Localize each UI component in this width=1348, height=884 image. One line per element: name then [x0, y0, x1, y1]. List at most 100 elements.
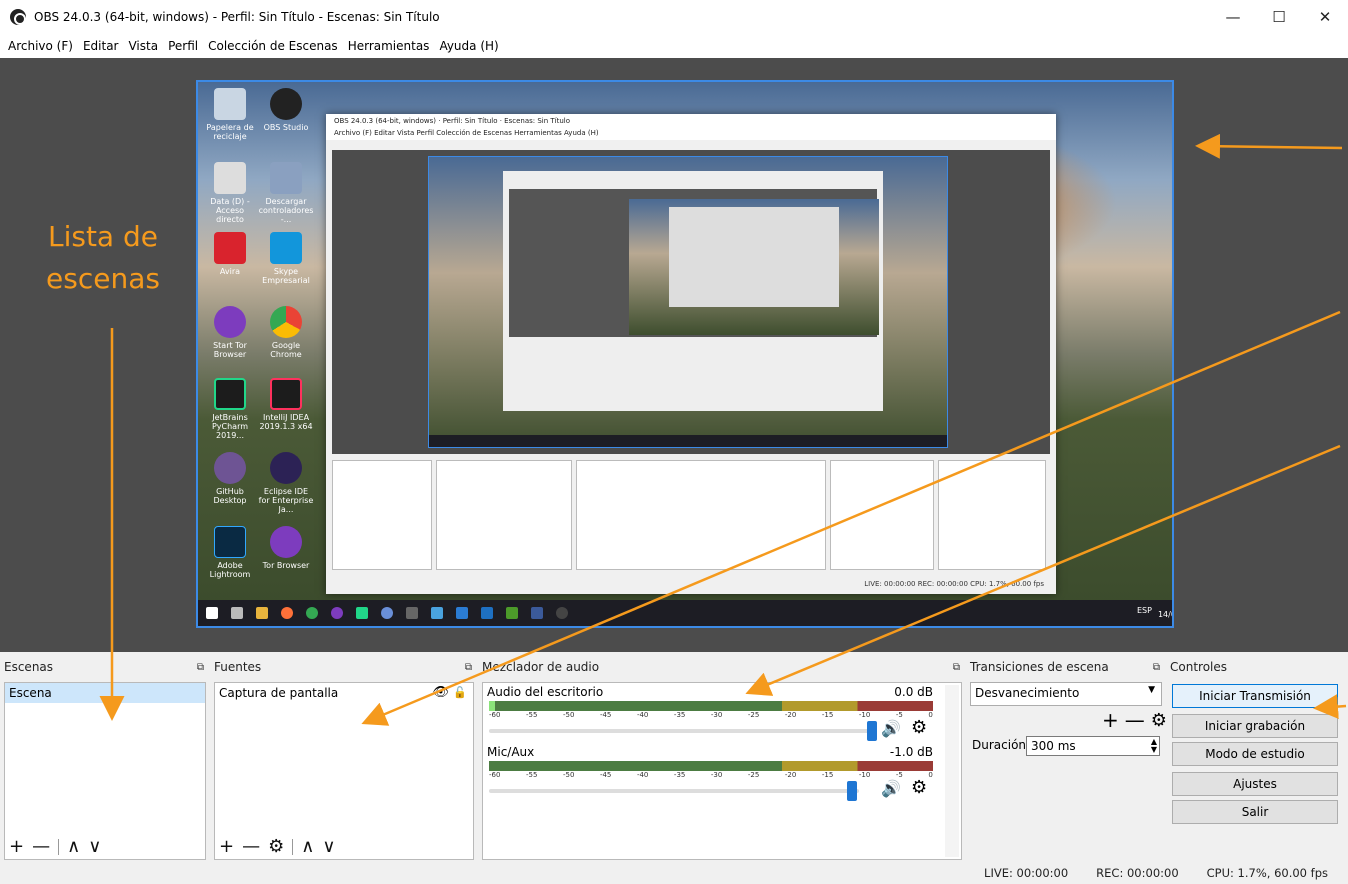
duration-spinbox[interactable]: 300 ms ▲ ▼: [1026, 736, 1160, 756]
meter-tick-label: -60: [489, 711, 501, 719]
meter-tick-label: -25: [747, 711, 760, 719]
scene-item[interactable]: Escena: [5, 683, 205, 703]
desktop-icon-label: Tor Browser: [262, 561, 310, 570]
nested-title: OBS 24.0.3 (64-bit, windows) · Perfil: S…: [326, 114, 1056, 128]
add-source-button[interactable]: +: [219, 836, 234, 857]
volume-slider-knob[interactable]: [847, 781, 857, 801]
studio-mode-button[interactable]: Modo de estudio: [1172, 742, 1338, 766]
app-icon: [381, 607, 393, 619]
desktop-icon-label: Start Tor Browser: [213, 341, 247, 359]
menu-herramientas[interactable]: Herramientas: [348, 39, 430, 53]
toolbar-separator: [292, 838, 294, 855]
meter-tick-label: -30: [710, 771, 723, 779]
start-streaming-button[interactable]: Iniciar Transmisión: [1172, 684, 1338, 708]
meter-tick-label: -15: [821, 711, 834, 719]
source-item-label: Captura de pantalla: [219, 686, 339, 700]
close-button[interactable]: ✕: [1302, 0, 1348, 34]
maximize-button[interactable]: ☐: [1256, 0, 1302, 34]
add-transition-icon[interactable]: +: [1102, 708, 1119, 732]
meter-tick-label: -55: [525, 711, 538, 719]
desktop-icon-label: JetBrains PyCharm 2019...: [211, 413, 249, 440]
nested-preview: [332, 150, 1050, 454]
nested-dock: [332, 460, 432, 570]
volume-slider[interactable]: [489, 789, 859, 793]
transition-select[interactable]: Desvanecimiento ▼: [970, 682, 1162, 706]
app-icon: [531, 607, 543, 619]
meter-tick-label: -45: [599, 771, 612, 779]
desktop-icon-label: Descargar controladores -...: [258, 197, 314, 224]
screen-capture-source[interactable]: Papelera de reciclaje OBS Studio Data (D…: [196, 80, 1174, 628]
meter-tick-label: -55: [525, 771, 538, 779]
firefox-icon: [281, 607, 293, 619]
sources-toolbar: + — ⚙ ∧ ∨: [219, 836, 336, 857]
scenes-list[interactable]: Escena + — ∧ ∨: [4, 682, 206, 860]
move-source-up-button[interactable]: ∧: [301, 836, 314, 857]
nested-taskbar: [429, 435, 947, 447]
transition-tools: + — ⚙: [1102, 708, 1167, 732]
transition-gear-icon[interactable]: ⚙: [1151, 710, 1167, 731]
start-recording-button[interactable]: Iniciar grabación: [1172, 714, 1338, 738]
cpu-fps: CPU: 1.7%, 60.00 fps: [1206, 866, 1328, 880]
meter-tick-label: -20: [784, 771, 797, 779]
nested-dock: [938, 460, 1046, 570]
menu-coleccion-escenas[interactable]: Colección de Escenas: [208, 39, 338, 53]
dock-float-icon[interactable]: ⧉: [465, 662, 472, 673]
source-item[interactable]: Captura de pantalla 👁 🔓: [215, 683, 473, 703]
lock-icon[interactable]: 🔓: [453, 683, 467, 703]
desktop-icon: Eclipse IDE for Enterprise Ja...: [258, 452, 314, 514]
duration-label: Duración: [972, 738, 1027, 752]
sources-dock: Fuentes ⧉ Captura de pantalla 👁 🔓 + — ⚙ ∧…: [210, 656, 478, 860]
settings-button[interactable]: Ajustes: [1172, 772, 1338, 796]
move-scene-up-button[interactable]: ∧: [67, 836, 80, 857]
source-properties-gear-icon[interactable]: ⚙: [268, 836, 284, 857]
visibility-eye-icon[interactable]: 👁: [432, 683, 449, 703]
remove-scene-button[interactable]: —: [32, 836, 50, 857]
menu-archivo[interactable]: Archivo (F): [8, 39, 73, 53]
desktop-icon-label: Papelera de reciclaje: [206, 123, 254, 141]
sources-list[interactable]: Captura de pantalla 👁 🔓 + — ⚙ ∧ ∨: [214, 682, 474, 860]
menu-bar: Archivo (F) Editar Vista Perfil Colecció…: [0, 34, 1348, 58]
meter-tick-label: -50: [562, 771, 575, 779]
meter-tick-label: 0: [928, 771, 933, 779]
meter-ticks: -60 -55 -50 -45 -40 -35 -30 -25 -20 -15 -10 -5 0: [489, 711, 933, 721]
audio-mixer-dock: Mezclador de audio ⧉ Audio del escritorio…: [478, 656, 966, 860]
volume-meter: [489, 761, 933, 771]
move-source-down-button[interactable]: ∨: [322, 836, 335, 857]
add-scene-button[interactable]: +: [9, 836, 24, 857]
speaker-icon[interactable]: 🔊: [881, 779, 901, 798]
move-scene-down-button[interactable]: ∨: [88, 836, 101, 857]
annotation-label: Lista de escenas: [28, 216, 178, 300]
spin-arrows-icon[interactable]: ▲ ▼: [1151, 738, 1157, 754]
remove-transition-icon[interactable]: —: [1125, 708, 1145, 732]
desktop-icon-label: Avira: [219, 267, 241, 276]
channel-gear-icon[interactable]: ⚙: [911, 777, 927, 798]
remove-source-button[interactable]: —: [242, 836, 260, 857]
nested-docks: [332, 460, 1050, 570]
menu-editar[interactable]: Editar: [83, 39, 119, 53]
meter-tick-label: -45: [599, 711, 612, 719]
channel-gear-icon[interactable]: ⚙: [911, 717, 927, 738]
volume-slider[interactable]: [489, 729, 873, 733]
desktop-icon: Papelera de reciclaje: [202, 88, 258, 141]
meter-tick-label: -25: [747, 771, 760, 779]
preview-area[interactable]: Papelera de reciclaje OBS Studio Data (D…: [0, 58, 1348, 652]
app-icon: [406, 607, 418, 619]
menu-ayuda[interactable]: Ayuda (H): [439, 39, 498, 53]
exit-button[interactable]: Salir: [1172, 800, 1338, 824]
minimize-button[interactable]: —: [1210, 0, 1256, 34]
desktop-icon: Descargar controladores -...: [258, 162, 314, 224]
meter-tick-label: -15: [821, 771, 834, 779]
transition-select-value: Desvanecimiento: [975, 686, 1080, 700]
menu-perfil[interactable]: Perfil: [168, 39, 198, 53]
dock-float-icon[interactable]: ⧉: [953, 662, 960, 673]
volume-slider-knob[interactable]: [867, 721, 877, 741]
dock-float-icon[interactable]: ⧉: [197, 662, 204, 673]
transitions-header: Transiciones de escena: [970, 660, 1109, 674]
channel-name: Mic/Aux: [487, 745, 535, 759]
dock-float-icon[interactable]: ⧉: [1153, 662, 1160, 673]
speaker-icon[interactable]: 🔊: [881, 719, 901, 738]
mixer-scrollbar[interactable]: [945, 685, 959, 857]
menu-vista[interactable]: Vista: [128, 39, 158, 53]
desktop-icon: OBS Studio: [258, 88, 314, 132]
nested-dock: [436, 460, 572, 570]
